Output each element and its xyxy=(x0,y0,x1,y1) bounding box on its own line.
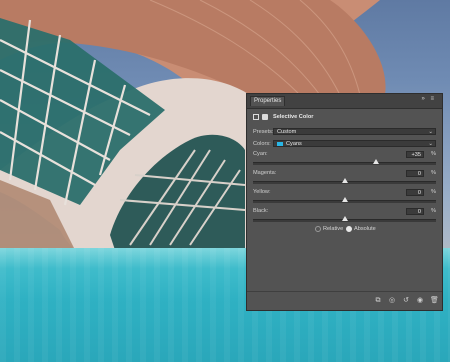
presets-row: Presets: Custom ⌄ xyxy=(253,127,436,137)
colors-value: Cyans xyxy=(286,141,302,147)
color-swatch xyxy=(277,142,283,146)
slider-label: Black: xyxy=(253,208,269,214)
slider-thumb[interactable] xyxy=(341,216,348,221)
chevron-down-icon: ⌄ xyxy=(428,141,433,147)
relative-label: Relative xyxy=(323,226,344,232)
presets-label: Presets: xyxy=(253,129,274,135)
panel-footer: ⧉ ◎ ↺ ◉ 🗑 xyxy=(247,291,442,310)
panel-header: Properties » ≡ xyxy=(247,94,442,109)
view-previous-icon[interactable]: ◎ xyxy=(388,297,396,305)
value-input[interactable]: 0 xyxy=(406,208,424,215)
reset-icon[interactable]: ↺ xyxy=(402,297,410,305)
chevron-down-icon: ⌄ xyxy=(428,129,433,135)
percent-label: % xyxy=(431,189,436,195)
absolute-label: Absolute xyxy=(354,226,376,232)
value-input[interactable]: 0 xyxy=(406,170,424,177)
slider-label: Cyan: xyxy=(253,151,268,157)
radio-absolute[interactable]: Absolute xyxy=(346,225,376,234)
mask-icon xyxy=(262,114,268,120)
colors-row: Colors: Cyans ⌄ xyxy=(253,139,436,149)
percent-label: % xyxy=(431,170,436,176)
presets-dropdown[interactable]: Custom ⌄ xyxy=(273,128,436,135)
percent-label: % xyxy=(431,151,436,157)
tab-properties[interactable]: Properties xyxy=(250,96,286,106)
clip-to-layer-icon[interactable]: ⧉ xyxy=(374,297,382,305)
slider-label: Yellow: xyxy=(253,189,271,195)
radio-relative[interactable]: Relative xyxy=(315,225,343,234)
presets-value: Custom xyxy=(277,129,297,135)
delete-trash-icon[interactable]: 🗑 xyxy=(430,297,439,305)
selective-color-title-row: Selective Color xyxy=(253,112,436,122)
value-input[interactable]: +35 xyxy=(406,151,424,158)
slider-yellow: Yellow: 0 % xyxy=(253,189,436,205)
slider-cyan: Cyan: +35 % xyxy=(253,151,436,167)
radio-dot-absolute xyxy=(346,225,352,232)
panel-menu-icon[interactable]: » ≡ xyxy=(421,96,436,102)
visibility-eye-icon[interactable]: ◉ xyxy=(416,297,424,305)
colors-dropdown[interactable]: Cyans ⌄ xyxy=(273,140,436,147)
slider-thumb[interactable] xyxy=(341,178,348,183)
slider-magenta: Magenta: 0 % xyxy=(253,170,436,186)
method-row: Relative Absolute xyxy=(253,225,436,235)
slider-black: Black: 0 % xyxy=(253,208,436,224)
colors-label: Colors: xyxy=(253,141,271,147)
percent-label: % xyxy=(431,208,436,214)
slider-track[interactable] xyxy=(253,162,436,165)
slider-label: Magenta: xyxy=(253,170,277,176)
value-input[interactable]: 0 xyxy=(406,189,424,196)
properties-panel: Properties » ≡ Selective Color Presets: … xyxy=(246,93,443,311)
slider-thumb[interactable] xyxy=(372,159,379,164)
radio-dot-relative xyxy=(315,225,321,232)
section-title: Selective Color xyxy=(273,114,314,120)
adjustment-layer-icon xyxy=(253,114,259,120)
slider-thumb[interactable] xyxy=(341,197,348,202)
